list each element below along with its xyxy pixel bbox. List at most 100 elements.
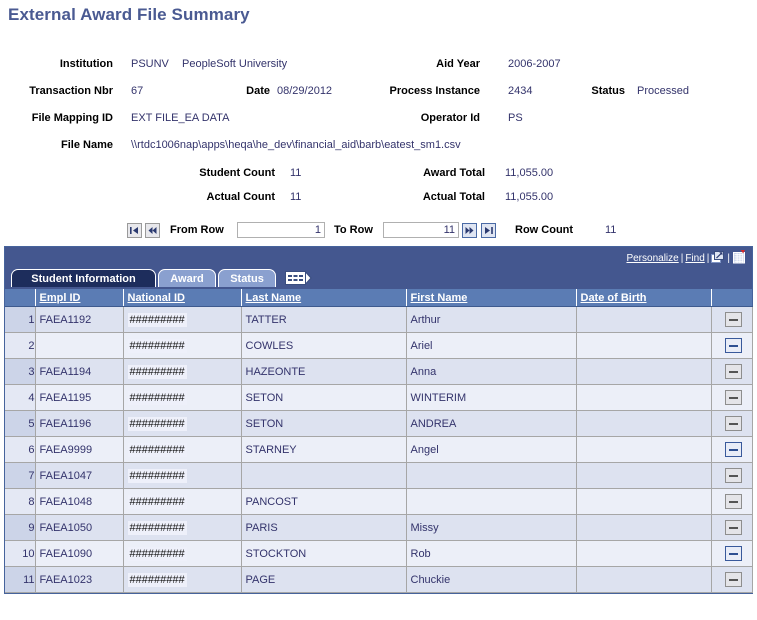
delete-row-button[interactable] <box>725 468 742 483</box>
cell-empl-id: FAEA1090 <box>35 540 124 567</box>
cell-last-name <box>241 462 407 489</box>
grid-toolbar-links: Personalize | Find | | <box>626 250 746 267</box>
tab-status[interactable]: Status <box>218 269 276 287</box>
cell-first-name <box>406 462 577 489</box>
label-aid-year: Aid Year <box>436 58 480 70</box>
masked-national-id: ######### <box>127 468 187 483</box>
label-date: Date <box>246 85 270 97</box>
label-process-instance: Process Instance <box>389 85 481 97</box>
tab-student-information[interactable]: Student Information <box>11 269 156 287</box>
cell-national-id: ######### <box>123 462 242 489</box>
cell-national-id: ######### <box>123 306 242 333</box>
table-row: 4 FAEA1195 ######### SETON WINTERIM <box>5 384 753 411</box>
delete-row-button[interactable] <box>725 546 742 561</box>
cell-row-number: 5 <box>5 410 36 437</box>
last-row-button[interactable] <box>481 223 496 238</box>
table-row: 2 ######### COWLES Ariel <box>5 332 753 359</box>
column-header-national-id[interactable]: National ID <box>123 289 242 307</box>
column-header-last-name[interactable]: Last Name <box>241 289 407 307</box>
column-header-first-name[interactable]: First Name <box>406 289 577 307</box>
delete-row-button[interactable] <box>725 572 742 587</box>
value-status: Processed <box>637 85 689 97</box>
cell-first-name: Missy <box>406 514 577 541</box>
delete-row-button[interactable] <box>725 390 742 405</box>
table-row: 7 FAEA1047 ######### <box>5 462 753 489</box>
cell-national-id: ######### <box>123 436 242 463</box>
show-all-columns-icon[interactable] <box>285 270 313 286</box>
previous-rows-button[interactable] <box>145 223 160 238</box>
cell-empl-id: FAEA1050 <box>35 514 124 541</box>
download-spreadsheet-icon[interactable] <box>732 250 746 267</box>
cell-national-id: ######### <box>123 410 242 437</box>
cell-first-name: Angel <box>406 436 577 463</box>
cell-actions <box>711 436 753 463</box>
from-row-input[interactable] <box>237 222 325 238</box>
cell-first-name: Chuckie <box>406 566 577 593</box>
cell-row-number: 6 <box>5 436 36 463</box>
cell-empl-id: FAEA1192 <box>35 306 124 333</box>
delete-row-button[interactable] <box>725 312 742 327</box>
grid-tab-strip: Student Information Award Status <box>5 267 752 289</box>
personalize-link[interactable]: Personalize <box>626 253 678 264</box>
cell-last-name: COWLES <box>241 332 407 359</box>
tab-award[interactable]: Award <box>158 269 216 287</box>
cell-row-number: 1 <box>5 306 36 333</box>
cell-row-number: 4 <box>5 384 36 411</box>
cell-first-name: Ariel <box>406 332 577 359</box>
delete-row-button[interactable] <box>725 338 742 353</box>
cell-actions <box>711 488 753 515</box>
label-actual-count: Actual Count <box>206 191 275 203</box>
label-student-count: Student Count <box>199 167 275 179</box>
value-date: 08/29/2012 <box>277 85 333 97</box>
cell-empl-id: FAEA1194 <box>35 358 124 385</box>
cell-actions <box>711 540 753 567</box>
cell-first-name: ANDREA <box>406 410 577 437</box>
cell-row-number: 7 <box>5 462 36 489</box>
column-header-empl-id[interactable]: Empl ID <box>35 289 124 307</box>
student-grid: Personalize | Find | | Student Informati… <box>4 246 753 594</box>
label-award-total: Award Total <box>423 167 485 179</box>
cell-date-of-birth <box>576 306 712 333</box>
grid-toolbar: Personalize | Find | | <box>5 247 752 267</box>
first-row-button[interactable] <box>127 223 142 238</box>
cell-last-name: PANCOST <box>241 488 407 515</box>
expand-window-icon[interactable] <box>711 251 725 267</box>
label-transaction-nbr: Transaction Nbr <box>29 85 113 97</box>
cell-first-name: WINTERIM <box>406 384 577 411</box>
cell-date-of-birth <box>576 488 712 515</box>
cell-national-id: ######### <box>123 332 242 359</box>
cell-empl-id: FAEA1196 <box>35 410 124 437</box>
value-institution-name: PeopleSoft University <box>182 58 288 70</box>
row-count-value: 11 <box>605 224 617 236</box>
delete-row-button[interactable] <box>725 364 742 379</box>
page-title: External Award File Summary <box>8 5 250 24</box>
find-link[interactable]: Find <box>685 253 704 264</box>
cell-national-id: ######### <box>123 358 242 385</box>
cell-empl-id: FAEA1047 <box>35 462 124 489</box>
label-operator-id: Operator Id <box>420 112 480 124</box>
to-row-input[interactable] <box>383 222 459 238</box>
masked-national-id: ######### <box>127 520 187 535</box>
cell-actions <box>711 410 753 437</box>
cell-last-name: TATTER <box>241 306 407 333</box>
cell-empl-id <box>35 332 124 359</box>
cell-date-of-birth <box>576 514 712 541</box>
label-file-mapping-id: File Mapping ID <box>31 112 113 124</box>
cell-first-name: Rob <box>406 540 577 567</box>
table-row: 5 FAEA1196 ######### SETON ANDREA <box>5 410 753 437</box>
cell-row-number: 9 <box>5 514 36 541</box>
delete-row-button[interactable] <box>725 442 742 457</box>
delete-row-button[interactable] <box>725 416 742 431</box>
cell-date-of-birth <box>576 462 712 489</box>
value-actual-total: 11,055.00 <box>505 191 554 203</box>
cell-empl-id: FAEA9999 <box>35 436 124 463</box>
table-row: 3 FAEA1194 ######### HAZEONTE Anna <box>5 358 753 385</box>
delete-row-button[interactable] <box>725 520 742 535</box>
next-rows-button[interactable] <box>462 223 477 238</box>
cell-last-name: SETON <box>241 384 407 411</box>
column-header-date-of-birth[interactable]: Date of Birth <box>576 289 712 307</box>
delete-row-button[interactable] <box>725 494 742 509</box>
label-file-name: File Name <box>61 139 113 151</box>
cell-date-of-birth <box>576 384 712 411</box>
value-award-total: 11,055.00 <box>505 167 554 179</box>
